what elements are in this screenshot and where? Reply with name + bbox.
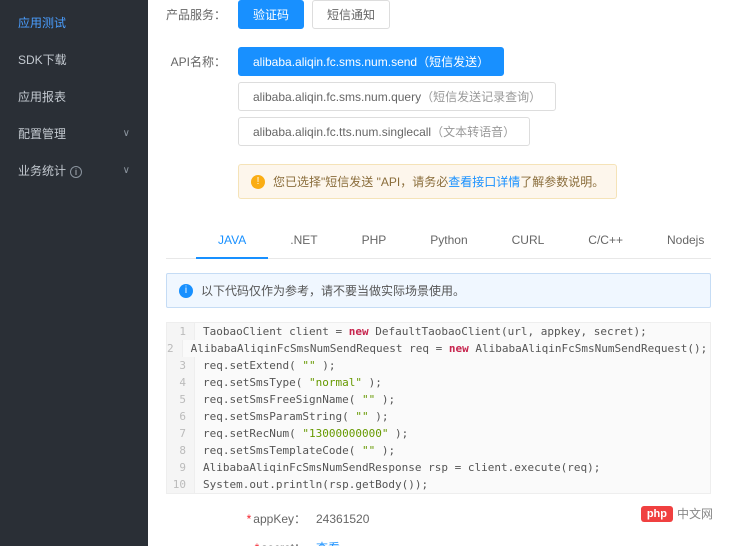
- api-name-row: API名称： alibaba.aliqin.fc.sms.num.send（短信…: [166, 47, 711, 152]
- tab-php[interactable]: PHP: [340, 223, 409, 258]
- code-line: 1TaobaoClient client = new DefaultTaobao…: [167, 323, 710, 340]
- sidebar-group-stats[interactable]: 业务统计i ∨: [0, 152, 148, 189]
- sidebar: 应用测试 SDK下载 应用报表 配置管理 ∨ 业务统计i ∨: [0, 0, 148, 546]
- alert-row: ! 您已选择"短信发送 "API，请务必查看接口详情了解参数说明。: [166, 164, 711, 199]
- sidebar-group-label: 配置管理: [18, 125, 66, 142]
- code-tabs: JAVA .NET PHP Python CURL C/C++ Nodejs: [166, 223, 711, 259]
- alert-box: ! 您已选择"短信发送 "API，请务必查看接口详情了解参数说明。: [238, 164, 617, 199]
- tab-curl[interactable]: CURL: [490, 223, 567, 258]
- info-icon: i: [70, 166, 82, 178]
- alert-link[interactable]: 查看接口详情: [448, 175, 520, 189]
- pill-api-send[interactable]: alibaba.aliqin.fc.sms.num.send（短信发送）: [238, 47, 504, 76]
- code-line: 5req.setSmsFreeSignName( "" );: [167, 391, 710, 408]
- product-service-row: 产品服务： 验证码 短信通知: [166, 0, 711, 35]
- pill-verify-code[interactable]: 验证码: [238, 0, 304, 29]
- code-line: 8req.setSmsTemplateCode( "" );: [167, 442, 710, 459]
- tab-c[interactable]: C/C++: [566, 223, 645, 258]
- sidebar-group-config[interactable]: 配置管理 ∨: [0, 115, 148, 152]
- params-section: *appKey： 24361520 *secret： 查看 *SmsType： …: [166, 510, 711, 546]
- param-secret: *secret： 查看: [166, 539, 711, 546]
- watermark-text: 中文网: [677, 505, 713, 522]
- api-name-label: API名称：: [166, 47, 238, 70]
- tab-python[interactable]: Python: [408, 223, 489, 258]
- code-line: 2AlibabaAliqinFcSmsNumSendRequest req = …: [167, 340, 710, 357]
- tab-nodejs[interactable]: Nodejs: [645, 223, 726, 258]
- appkey-value: 24361520: [316, 512, 369, 526]
- product-service-label: 产品服务：: [166, 0, 238, 23]
- code-line: 9AlibabaAliqinFcSmsNumSendResponse rsp =…: [167, 459, 710, 476]
- chevron-down-icon: ∨: [123, 165, 130, 176]
- secret-view-link[interactable]: 查看: [316, 539, 340, 546]
- code-line: 4req.setSmsType( "normal" );: [167, 374, 710, 391]
- tab-java[interactable]: JAVA: [196, 223, 268, 259]
- php-logo: php: [641, 506, 673, 522]
- tab-dotnet[interactable]: .NET: [268, 223, 339, 258]
- watermark: php 中文网: [637, 503, 717, 524]
- main-content: 产品服务： 验证码 短信通知 API名称： alibaba.aliqin.fc.…: [148, 0, 729, 546]
- sidebar-item-app-report[interactable]: 应用报表: [0, 78, 148, 115]
- sidebar-group-label: 业务统计i: [18, 162, 82, 179]
- chevron-down-icon: ∨: [123, 128, 130, 139]
- code-block: 1TaobaoClient client = new DefaultTaobao…: [166, 322, 711, 494]
- code-line: 3req.setExtend( "" );: [167, 357, 710, 374]
- pill-api-tts[interactable]: alibaba.aliqin.fc.tts.num.singlecall（文本转…: [238, 117, 530, 146]
- pill-api-query[interactable]: alibaba.aliqin.fc.sms.num.query（短信发送记录查询…: [238, 82, 556, 111]
- param-appkey: *appKey： 24361520: [166, 510, 711, 527]
- code-line: 6req.setSmsParamString( "" );: [167, 408, 710, 425]
- info-icon: i: [179, 284, 193, 298]
- code-line: 10System.out.println(rsp.getBody());: [167, 476, 710, 493]
- sidebar-item-app-test[interactable]: 应用测试: [0, 4, 148, 41]
- info-bar: i 以下代码仅作为参考，请不要当做实际场景使用。: [166, 273, 711, 308]
- code-line: 7req.setRecNum( "13000000000" );: [167, 425, 710, 442]
- pill-sms-notify[interactable]: 短信通知: [312, 0, 390, 29]
- warning-icon: !: [251, 175, 265, 189]
- sidebar-item-sdk-download[interactable]: SDK下载: [0, 41, 148, 78]
